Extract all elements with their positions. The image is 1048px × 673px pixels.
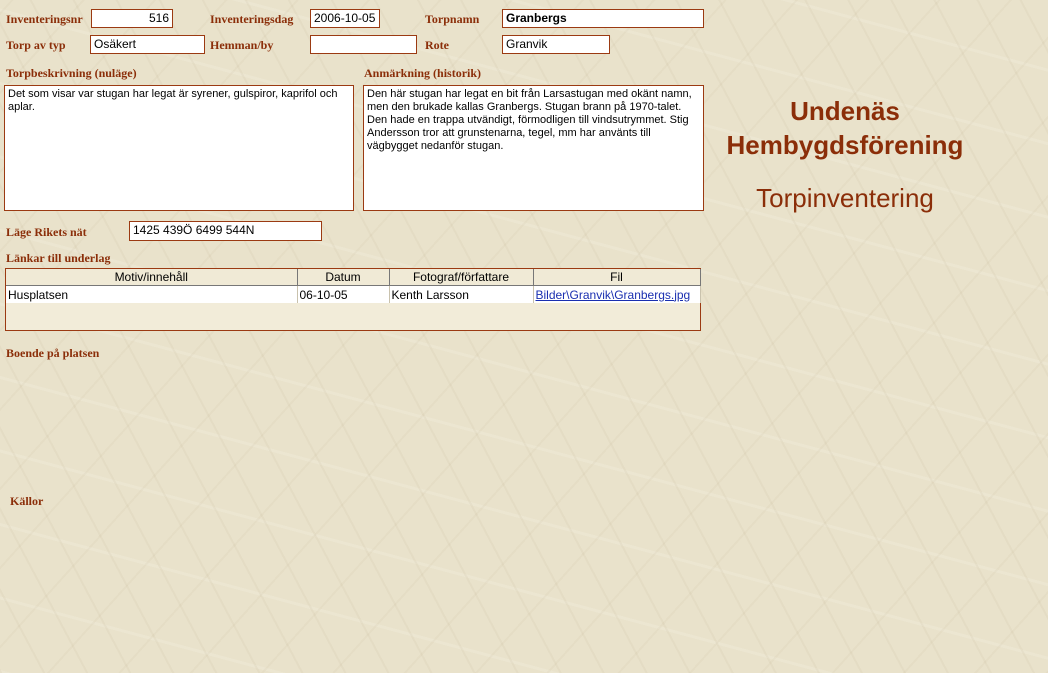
torpbeskrivning-textarea[interactable]: Det som visar var stugan har legat är sy…: [4, 85, 354, 211]
file-link[interactable]: Bilder\Granvik\Granbergs.jpg: [536, 288, 691, 302]
organization-title-line1: Undenäs: [790, 96, 900, 126]
cell-fil[interactable]: Bilder\Granvik\Granbergs.jpg: [533, 285, 701, 303]
lage-label: Läge Rikets nät: [6, 225, 87, 239]
organization-title: Undenäs Hembygdsförening: [710, 94, 980, 162]
form-subtitle: Torpinventering: [756, 183, 934, 213]
hemman-by-field[interactable]: [310, 35, 417, 54]
inventeringsnr-field[interactable]: 516: [91, 9, 173, 28]
torpbeskrivning-label: Torpbeskrivning (nuläge): [6, 66, 137, 80]
table-row[interactable]: Husplatsen 06-10-05 Kenth Larsson Bilder…: [6, 285, 701, 303]
torp-av-typ-field[interactable]: Osäkert: [90, 35, 205, 54]
anmarkning-textarea[interactable]: Den här stugan har legat en bit från Lar…: [363, 85, 704, 211]
lage-field[interactable]: 1425 439Ö 6499 544N: [129, 221, 322, 241]
torpnamn-field[interactable]: Granbergs: [502, 9, 704, 28]
column-header-fotograf[interactable]: Fotograf/författare: [389, 269, 534, 286]
kallor-label: Källor: [10, 494, 44, 508]
lankar-subform: Motiv/innehåll Datum Fotograf/författare…: [5, 268, 701, 331]
anmarkning-label: Anmärkning (historik): [364, 66, 482, 80]
torpnamn-label: Torpnamn: [425, 12, 480, 26]
boende-label: Boende på platsen: [6, 346, 100, 360]
rote-label: Rote: [425, 38, 449, 52]
rote-field[interactable]: Granvik: [502, 35, 610, 54]
inventeringsdag-label: Inventeringsdag: [210, 12, 294, 26]
column-header-datum[interactable]: Datum: [297, 269, 390, 286]
column-header-motiv[interactable]: Motiv/innehåll: [6, 269, 298, 286]
cell-datum[interactable]: 06-10-05: [297, 285, 390, 303]
column-header-fil[interactable]: Fil: [533, 269, 701, 286]
cell-fotograf[interactable]: Kenth Larsson: [389, 285, 534, 303]
cell-motiv[interactable]: Husplatsen: [6, 285, 298, 303]
lankar-header-row: Motiv/innehåll Datum Fotograf/författare…: [6, 269, 701, 286]
torp-av-typ-label: Torp av typ: [6, 38, 66, 52]
inventeringsdag-field[interactable]: 2006-10-05: [310, 9, 380, 28]
hemman-by-label: Hemman/by: [210, 38, 274, 52]
lankar-label: Länkar till underlag: [6, 251, 111, 265]
organization-title-line2: Hembygdsförening: [726, 130, 964, 160]
inventeringsnr-label: Inventeringsnr: [6, 12, 83, 26]
lankar-table: Motiv/innehåll Datum Fotograf/författare…: [6, 269, 701, 303]
